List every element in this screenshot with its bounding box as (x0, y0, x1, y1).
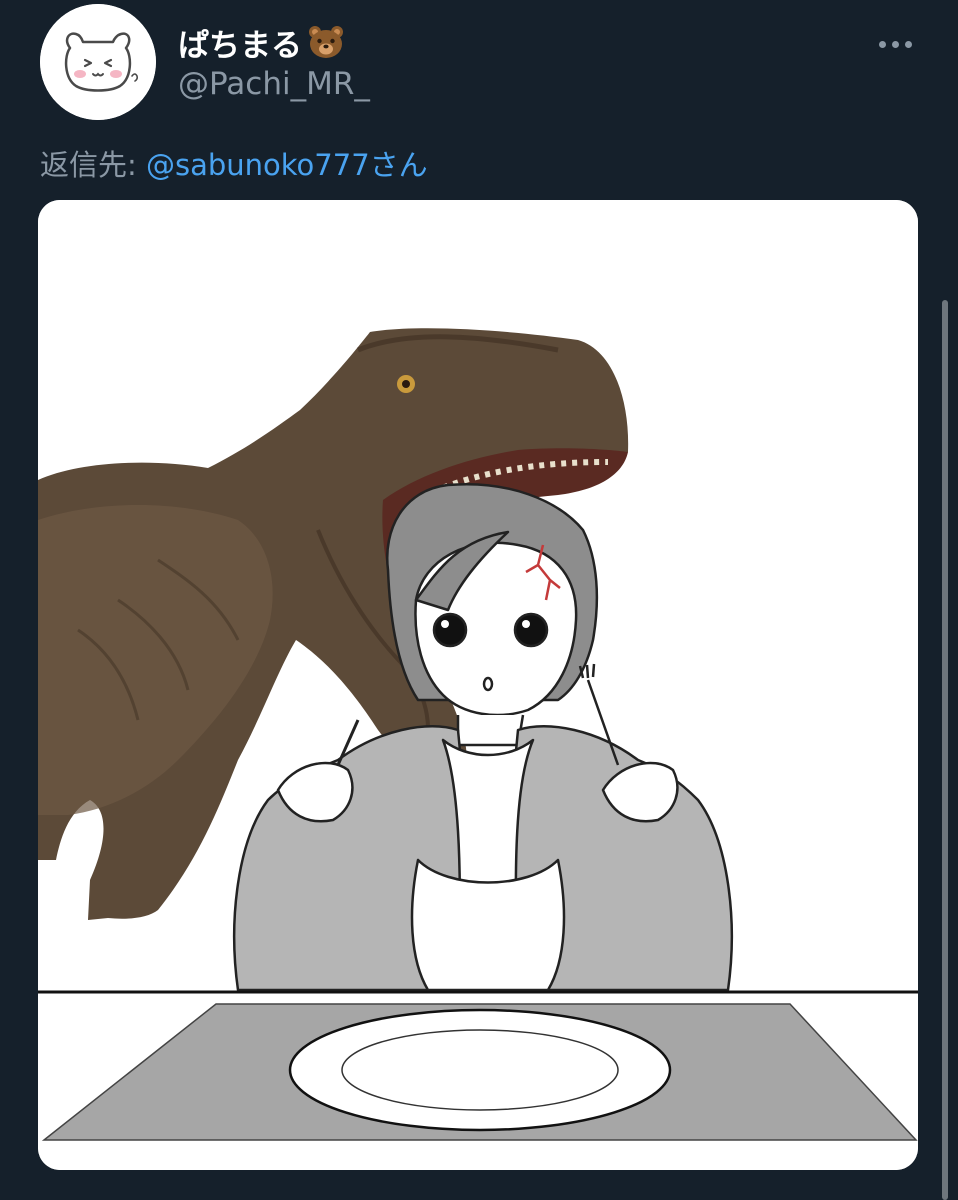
manga-illustration (38, 200, 918, 1170)
more-horizontal-icon (878, 40, 886, 48)
display-name-row[interactable]: ぱちまる (178, 20, 344, 65)
reply-to-line: 返信先: @sabunoko777さん (40, 142, 428, 184)
scrollbar[interactable] (942, 300, 948, 1200)
display-name[interactable]: ぱちまる (178, 20, 302, 65)
more-horizontal-icon-dot (904, 40, 912, 48)
reply-mention-link[interactable]: @sabunoko777さん (146, 148, 428, 182)
tweet-media-image[interactable] (38, 200, 918, 1170)
more-horizontal-icon-dot (891, 40, 899, 48)
user-handle[interactable]: @Pachi_MR_ (178, 66, 370, 102)
avatar[interactable] (40, 4, 156, 120)
more-options-button[interactable] (870, 28, 920, 60)
bear-emoji-icon (308, 25, 344, 59)
avatar-bear-illustration (40, 4, 156, 120)
plate (288, 1008, 672, 1132)
reply-prefix: 返信先: (40, 148, 146, 182)
reply-mention-handle[interactable]: @sabunoko777 (146, 148, 370, 182)
reply-mention-suffix[interactable]: さん (370, 148, 428, 182)
tweet-screen: ぱちまる @Pachi_MR_ 返信先: @sabunoko777さん (0, 0, 958, 1200)
